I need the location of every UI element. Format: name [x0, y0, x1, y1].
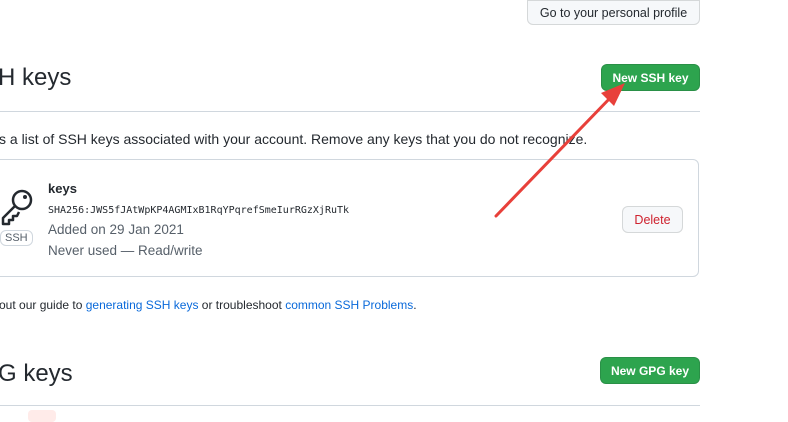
annotation-arrow: [494, 83, 625, 218]
